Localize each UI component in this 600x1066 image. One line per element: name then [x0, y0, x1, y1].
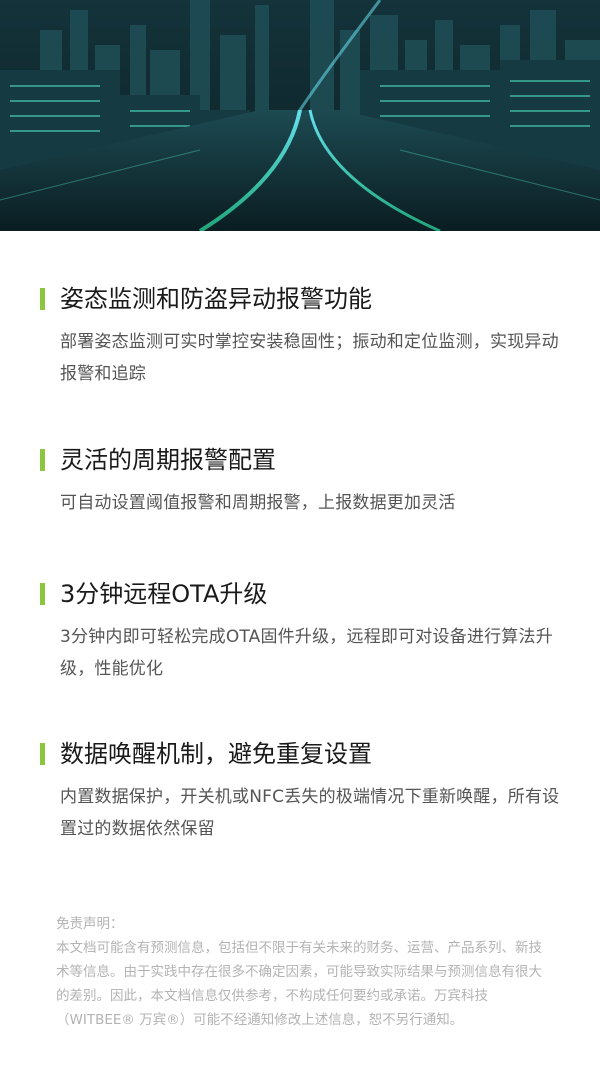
feature-data-wakeup: 数据唤醒机制，避免重复设置 内置数据保护，开关机或NFC丢失的极端情况下重新唤醒…: [40, 737, 560, 845]
disclaimer: 免责声明： 本文档可能含有预测信息，包括但不限于有关未来的财务、运营、产品系列、…: [56, 912, 551, 1032]
accent-bar: [40, 449, 45, 471]
feature-title: 灵活的周期报警配置: [60, 446, 276, 474]
accent-bar: [40, 743, 45, 765]
disclaimer-body: 本文档可能含有预测信息，包括但不限于有关未来的财务、运营、产品系列、新技术等信息…: [56, 940, 542, 1028]
feature-description: 3分钟内即可轻松完成OTA固件升级，远程即可对设备进行算法升级，性能优化: [60, 627, 553, 679]
feature-title: 姿态监测和防盗异动报警功能: [60, 285, 372, 313]
feature-anti-theft: 姿态监测和防盗异动报警功能 部署姿态监测可实时掌控安装稳固性；振动和定位监测，实…: [40, 282, 560, 390]
disclaimer-title: 免责声明：: [56, 916, 124, 932]
hero-city-image: [0, 0, 600, 231]
feature-description: 可自动设置阈值报警和周期报警，上报数据更加灵活: [60, 493, 456, 513]
accent-bar: [40, 288, 45, 310]
feature-title: 3分钟远程OTA升级: [60, 580, 268, 608]
feature-ota-upgrade: 3分钟远程OTA升级 3分钟内即可轻松完成OTA固件升级，远程即可对设备进行算法…: [40, 577, 560, 685]
feature-periodic-alarm: 灵活的周期报警配置 可自动设置阈值报警和周期报警，上报数据更加灵活: [40, 443, 560, 519]
accent-bar: [40, 583, 45, 605]
feature-description: 内置数据保护，开关机或NFC丢失的极端情况下重新唤醒，所有设置过的数据依然保留: [60, 787, 560, 839]
feature-title: 数据唤醒机制，避免重复设置: [60, 740, 372, 768]
feature-description: 部署姿态监测可实时掌控安装稳固性；振动和定位监测，实现异动报警和追踪: [60, 332, 559, 384]
city-skyline-illustration: [0, 0, 600, 231]
